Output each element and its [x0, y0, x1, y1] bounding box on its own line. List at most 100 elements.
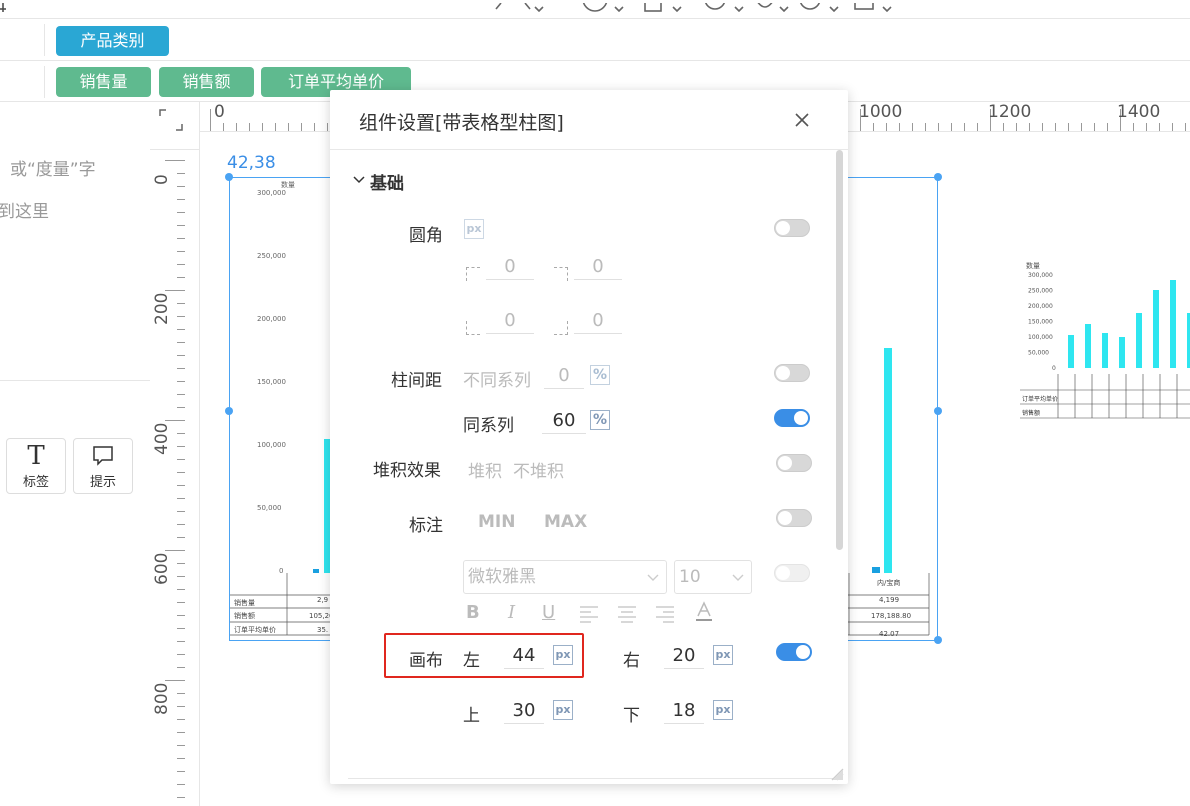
percent-unit-icon: %: [590, 410, 610, 430]
radius-bottom-right-input[interactable]: 0: [574, 308, 622, 334]
ruler-tick: [177, 576, 185, 577]
ruler-tick: [899, 123, 900, 131]
close-icon[interactable]: [790, 108, 814, 132]
bold-icon[interactable]: B: [466, 602, 480, 623]
ruler-tick: [1055, 123, 1056, 131]
align-center-icon[interactable]: [617, 605, 637, 627]
ruler-tick: [912, 123, 913, 131]
radius-top-left-input[interactable]: 0: [486, 254, 534, 280]
canvas-top-input[interactable]: 30: [504, 698, 544, 724]
ruler-tick: [177, 186, 185, 187]
canvas-left-input[interactable]: 44: [504, 643, 544, 669]
italic-icon[interactable]: I: [508, 602, 515, 623]
tool-label[interactable]: T 标签: [6, 438, 66, 494]
ruler-tick: [275, 123, 276, 131]
font-family-select[interactable]: 微软雅黑: [463, 560, 667, 594]
ruler-tick: [1146, 123, 1147, 131]
ruler-tick: [177, 303, 185, 304]
ruler-tick: [177, 212, 185, 213]
ruler-tick: [177, 771, 185, 772]
ruler-tick: [177, 498, 185, 499]
same-series-toggle[interactable]: [774, 409, 810, 427]
same-series-label: 同系列: [463, 416, 514, 436]
component-settings-dialog[interactable]: 组件设置[带表格型柱图] 基础 圆角 px 0 0 0 0 柱间距 不同系列 0…: [330, 90, 848, 784]
ruler-tick: [177, 563, 185, 564]
mini-chart-bar: [1119, 337, 1125, 368]
section-title-basic[interactable]: 基础: [370, 169, 404, 194]
font-size-select[interactable]: 10: [674, 560, 752, 594]
ruler-tick: [177, 745, 185, 746]
ruler-label: 1400: [1117, 102, 1161, 122]
measure-chip-sales-amount[interactable]: 销售额: [159, 67, 254, 97]
ruler-tick: [1029, 123, 1030, 131]
mini-row-label: 订单平均单价: [1022, 395, 1058, 403]
divider: [0, 60, 1190, 61]
ruler-tick: [177, 641, 185, 642]
measure-chip-sales-volume[interactable]: 销售量: [56, 67, 151, 97]
ruler-tick: [886, 123, 887, 131]
stack-option[interactable]: 堆积: [468, 457, 502, 482]
ruler-tick: [177, 667, 185, 668]
ruler-label: 1000: [859, 102, 903, 122]
text-tool-icon: T: [27, 441, 45, 471]
font-toggle[interactable]: [774, 564, 810, 582]
tool-tooltip[interactable]: 提示: [73, 438, 133, 494]
vertical-ruler[interactable]: 0 200 400 600 800: [150, 150, 200, 806]
chevron-down-icon[interactable]: [352, 172, 366, 186]
ruler-corner[interactable]: [150, 102, 200, 150]
resize-handle[interactable]: [934, 407, 942, 415]
dialog-header[interactable]: 组件设置[带表格型柱图]: [330, 90, 848, 150]
mini-y-tick: 100,000: [1028, 334, 1053, 341]
same-series-input[interactable]: 60: [542, 408, 586, 434]
canvas-bottom-input[interactable]: 18: [664, 698, 704, 724]
category-chip[interactable]: 产品类别: [56, 26, 169, 56]
radius-bottom-left-input[interactable]: 0: [486, 308, 534, 334]
diff-series-input[interactable]: 0: [544, 363, 584, 389]
diff-series-toggle[interactable]: [774, 364, 810, 382]
resize-handle[interactable]: [225, 407, 233, 415]
resize-handle[interactable]: [934, 636, 942, 644]
resize-handle[interactable]: [225, 173, 233, 181]
ruler-tick: [177, 784, 185, 785]
divider: [0, 18, 1190, 19]
radius-top-right-input[interactable]: 0: [574, 254, 622, 280]
ruler-tick: [177, 758, 185, 759]
ruler-tick: [1003, 123, 1004, 131]
ruler-tick: [177, 602, 185, 603]
chevron-down-icon: [647, 574, 659, 581]
ruler-label: 800: [152, 682, 172, 715]
mini-chart-component[interactable]: 数量 300,000 250,000 200,000 150,000 100,000 50…: [1018, 258, 1190, 428]
ruler-tick: [177, 264, 185, 265]
ruler-tick: [177, 277, 185, 278]
align-left-icon[interactable]: [579, 605, 599, 627]
ruler-tick: [964, 123, 965, 131]
canvas-right-input[interactable]: 20: [664, 643, 704, 669]
radius-toggle[interactable]: [774, 219, 810, 237]
dialog-scrollbar[interactable]: [836, 150, 843, 550]
px-unit-icon: px: [553, 645, 573, 665]
min-option[interactable]: MIN: [478, 512, 515, 532]
ruler-tick: [177, 329, 185, 330]
resize-grip-icon[interactable]: [830, 766, 844, 785]
canvas-toggle[interactable]: [776, 643, 812, 661]
canvas-label: 画布: [409, 651, 443, 671]
stack-toggle[interactable]: [776, 454, 812, 472]
resize-handle[interactable]: [934, 173, 942, 181]
font-color-icon[interactable]: [694, 601, 714, 627]
font-size-value: 10: [679, 567, 701, 587]
underline-icon[interactable]: U: [542, 602, 555, 623]
divider: [44, 66, 45, 98]
ruler-tick: [1094, 123, 1095, 131]
ruler-tick: [165, 160, 185, 161]
ruler-tick: [165, 420, 185, 421]
mini-y-tick: 150,000: [1028, 319, 1053, 326]
no-stack-option[interactable]: 不堆积: [513, 457, 564, 482]
max-option[interactable]: MAX: [544, 512, 587, 532]
bar-gap-label: 柱间距: [391, 371, 442, 391]
ruler-tick: [177, 589, 185, 590]
toolbar-icon-strip[interactable]: [495, 0, 905, 12]
align-right-icon[interactable]: [655, 605, 675, 627]
mini-y-tick: 200,000: [1028, 303, 1053, 310]
ruler-tick: [177, 342, 185, 343]
mark-toggle[interactable]: [776, 509, 812, 527]
